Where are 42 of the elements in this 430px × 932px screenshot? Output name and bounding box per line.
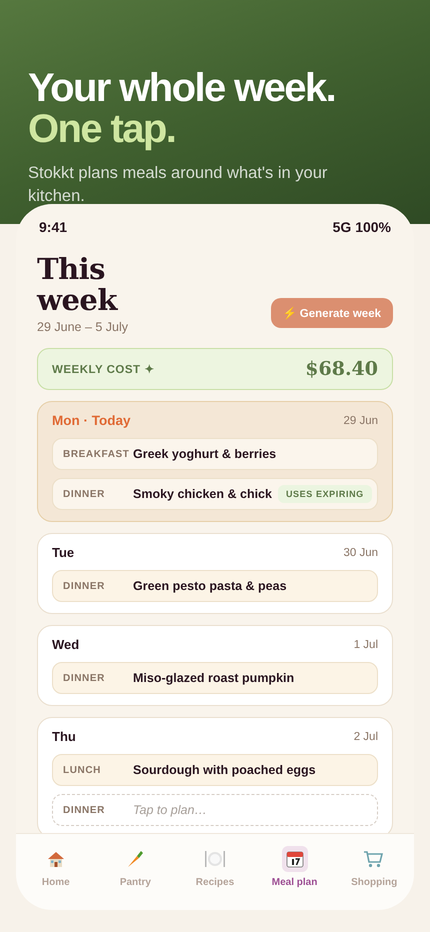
weekly-cost-label: WEEKLY COST ✦: [52, 363, 155, 376]
page-title: This week: [37, 254, 119, 316]
meal-slot: DINNER: [63, 804, 127, 816]
meal-name: Greek yoghurt & berries: [133, 447, 278, 461]
day-date: 1 Jul: [354, 638, 378, 650]
meal-name: Smoky chicken & chick: [133, 487, 272, 501]
hero-accent: One tap.: [28, 107, 176, 151]
meal-slot: DINNER: [63, 672, 127, 684]
meal-name: Sourdough with poached eggs: [133, 763, 317, 777]
plan-placeholder: Tap to plan…: [133, 803, 208, 817]
meal-slot: LUNCH: [63, 764, 127, 776]
meal-slot: BREAKFAST: [63, 448, 127, 460]
day-date: 29 Jun: [343, 414, 378, 426]
status-time: 9:41: [39, 219, 68, 235]
meal-row[interactable]: DINNER Miso-glazed roast pumpkin: [52, 662, 378, 694]
meal-row[interactable]: BREAKFAST Greek yoghurt & berries: [52, 438, 378, 470]
empty-meal-slot[interactable]: DINNER Tap to plan…: [52, 794, 378, 826]
date-range: 29 June – 5 July: [37, 320, 130, 334]
expiring-tag: USES EXPIRING: [278, 485, 372, 503]
meal-slot: DINNER: [63, 488, 127, 500]
day-date: 2 Jul: [354, 730, 378, 742]
meal-name: Green pesto pasta & peas: [133, 579, 288, 593]
meal-name: Miso-glazed roast pumpkin: [133, 671, 296, 685]
day-date: 30 Jun: [343, 546, 378, 558]
meal-slot: DINNER: [63, 580, 127, 592]
status-signal: 5G 100%: [332, 219, 391, 235]
meal-row[interactable]: LUNCH Sourdough with poached eggs: [52, 754, 378, 786]
day-name: Thu: [52, 729, 76, 744]
calendar-icon: [284, 849, 305, 869]
weekly-cost-amount: $68.40: [305, 358, 378, 380]
day-name: Wed: [52, 637, 80, 652]
day-name: Mon · Today: [52, 413, 130, 428]
house-icon: [46, 849, 66, 869]
cart-icon: [363, 849, 386, 869]
hero-subtitle: Stokkt plans meals around what's in your kitchen.: [28, 163, 328, 207]
nav-tab[interactable]: Meal plan: [258, 846, 331, 888]
meal-row[interactable]: DINNER Smoky chicken & chick USES EXPIRING: [52, 478, 378, 510]
carrot-icon: [125, 849, 146, 869]
day-name: Tue: [52, 545, 74, 560]
hero-title: Your whole week.: [28, 66, 336, 110]
plate-icon: [204, 849, 226, 869]
meal-row[interactable]: DINNER Green pesto pasta & peas: [52, 570, 378, 602]
